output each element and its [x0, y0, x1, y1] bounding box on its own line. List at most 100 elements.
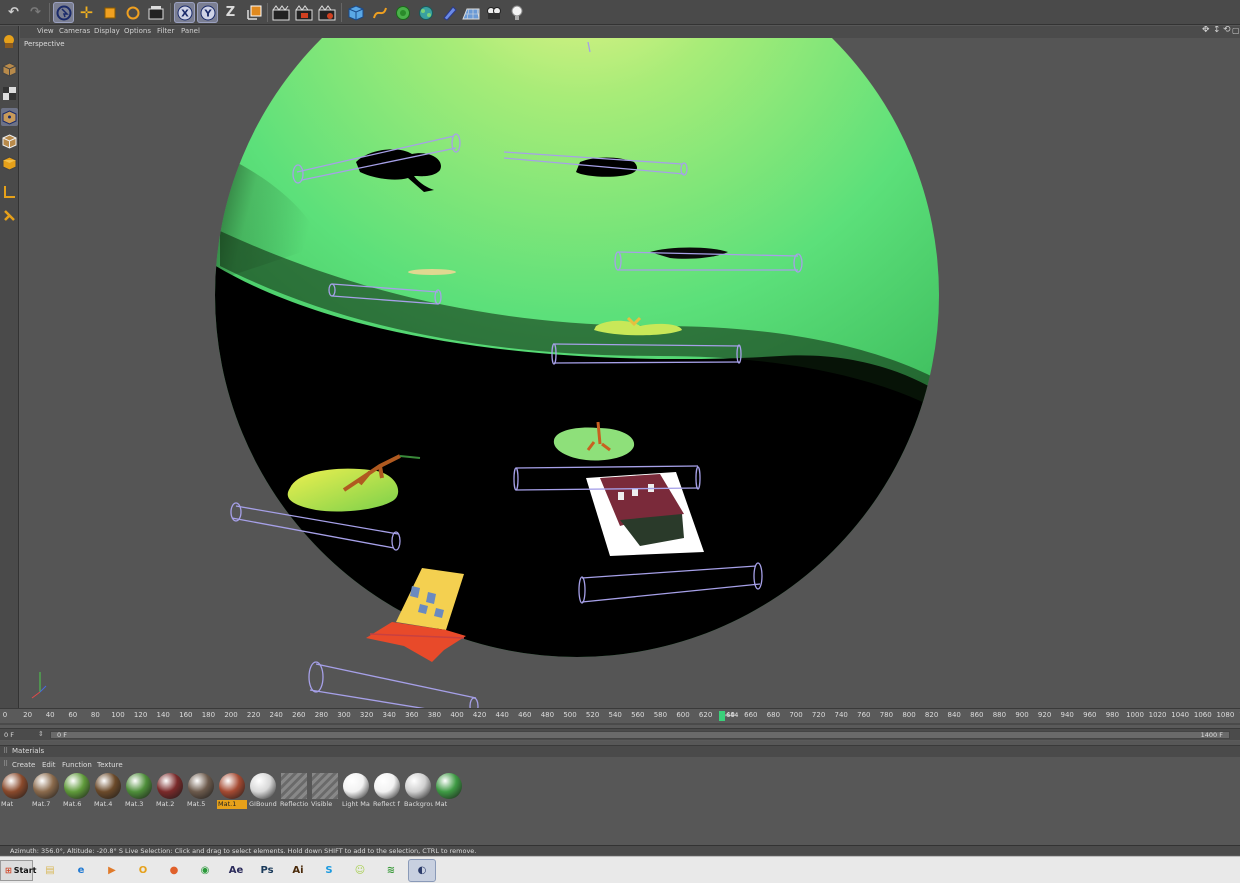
viewport-menu-display[interactable]: Display: [94, 27, 120, 35]
material-preview-ball[interactable]: [281, 773, 307, 799]
material-swatch[interactable]: Mat.4: [93, 773, 123, 811]
media-player-icon[interactable]: ▶: [98, 859, 126, 882]
frame-stepper-icon[interactable]: ⇕: [38, 730, 44, 738]
floor-object-icon[interactable]: [460, 2, 481, 23]
rotate-tool-icon[interactable]: [122, 2, 143, 23]
material-preview-ball[interactable]: [374, 773, 400, 799]
toggle-view-icon[interactable]: ▢: [1232, 26, 1240, 35]
model-mode-icon[interactable]: [1, 60, 18, 78]
internet-explorer-icon[interactable]: e: [67, 859, 95, 882]
viewport-menu-options[interactable]: Options: [124, 27, 151, 35]
viewport-menu-view[interactable]: View: [37, 27, 54, 35]
material-preview-ball[interactable]: [436, 773, 462, 799]
render-view-icon[interactable]: [270, 2, 291, 23]
redo-icon[interactable]: ↷: [25, 2, 46, 23]
material-preview-ball[interactable]: [2, 773, 28, 799]
preview-range-bar[interactable]: 0 F ⇕ 0 F 1400 F: [0, 728, 1240, 740]
viewport-menu-panel[interactable]: Panel: [181, 27, 200, 35]
start-button[interactable]: ⊞ Start: [0, 860, 36, 881]
material-swatch[interactable]: Mat.2: [155, 773, 185, 811]
coordinate-system-icon[interactable]: [243, 2, 264, 23]
camera-object-icon[interactable]: [483, 2, 504, 23]
current-frame-field[interactable]: 0 F: [4, 731, 14, 739]
playhead[interactable]: [719, 711, 725, 721]
texture-mode-icon[interactable]: [1, 84, 18, 102]
material-menu-function[interactable]: Function: [62, 761, 92, 769]
material-preview-ball[interactable]: [250, 773, 276, 799]
viewport-menu-cameras[interactable]: Cameras: [59, 27, 90, 35]
timeline-ruler[interactable]: 0 20 40 60 80 100 120 140 160 180 200 220 240 260 280 3…: [0, 709, 1240, 723]
material-preview-ball[interactable]: [157, 773, 183, 799]
live-selection-tool[interactable]: [53, 2, 74, 23]
firefox-icon[interactable]: ●: [160, 859, 188, 882]
wireframe-cylinder[interactable]: [308, 661, 479, 708]
photoshop-icon[interactable]: Ps: [253, 859, 281, 882]
spline-pen-icon[interactable]: [369, 2, 390, 23]
material-swatch[interactable]: Mat: [434, 773, 464, 811]
chrome-icon[interactable]: ◉: [191, 859, 219, 882]
material-swatch[interactable]: Mat.7: [31, 773, 61, 811]
undo-icon[interactable]: ↶: [3, 2, 24, 23]
deformer-icon[interactable]: [438, 2, 459, 23]
illustrator-icon[interactable]: Ai: [284, 859, 312, 882]
x-axis-lock-button[interactable]: X: [174, 2, 195, 23]
preview-range-slider[interactable]: 0 F 1400 F: [50, 731, 1230, 739]
material-preview-ball[interactable]: [64, 773, 90, 799]
cube-object-icon[interactable]: [345, 2, 366, 23]
material-swatch[interactable]: Mat.3: [124, 773, 154, 811]
outlook-icon[interactable]: O: [129, 859, 157, 882]
material-preview-ball[interactable]: [219, 773, 245, 799]
material-preview-ball[interactable]: [126, 773, 152, 799]
timeline[interactable]: 0 20 40 60 80 100 120 140 160 180 200 220 240 260 280 3…: [0, 708, 1240, 741]
material-swatch[interactable]: Visible: [310, 773, 340, 811]
material-preview-ball[interactable]: [188, 773, 214, 799]
spotify-icon[interactable]: ≋: [377, 859, 405, 882]
perspective-viewport[interactable]: View Cameras Display Options Filter Pane…: [20, 26, 1240, 708]
tweak-mode-icon[interactable]: [1, 206, 18, 224]
explorer-icon[interactable]: ▤: [36, 859, 64, 882]
material-swatch[interactable]: Light Ma: [341, 773, 371, 811]
material-swatch[interactable]: Backgrou: [403, 773, 433, 811]
points-mode-icon[interactable]: [1, 108, 18, 126]
material-swatch[interactable]: Mat.1: [217, 773, 247, 811]
material-preview-ball[interactable]: [343, 773, 369, 799]
material-preview-ball[interactable]: [33, 773, 59, 799]
move-tool-icon[interactable]: ✛: [76, 2, 97, 23]
material-preview-ball[interactable]: [95, 773, 121, 799]
scale-tool-icon[interactable]: [99, 2, 120, 23]
axis-mode-icon[interactable]: [1, 182, 18, 200]
material-swatch[interactable]: Mat: [0, 773, 30, 811]
material-swatch[interactable]: GIBound: [248, 773, 278, 811]
material-menu-create[interactable]: Create: [12, 761, 35, 769]
material-preview-ball[interactable]: [312, 773, 338, 799]
material-swatch[interactable]: Reflectio: [279, 773, 309, 811]
material-swatch[interactable]: Reflect f: [372, 773, 402, 811]
material-menu-texture[interactable]: Texture: [97, 761, 123, 769]
menubar-grip-icon[interactable]: ⠿: [3, 760, 8, 768]
after-effects-icon[interactable]: Ae: [222, 859, 250, 882]
material-swatch[interactable]: Mat.6: [62, 773, 92, 811]
viewport-menu-filter[interactable]: Filter: [157, 27, 174, 35]
cinema4d-icon[interactable]: ◐: [408, 859, 436, 882]
viewport-scene[interactable]: [20, 26, 1240, 708]
material-preview-ball[interactable]: [405, 773, 431, 799]
messenger-icon[interactable]: ☺: [346, 859, 374, 882]
render-to-picture-viewer-icon[interactable]: [293, 2, 314, 23]
make-editable-icon[interactable]: [1, 32, 18, 50]
pan-view-icon[interactable]: ✥: [1202, 26, 1210, 35]
sky-sphere[interactable]: [200, 26, 960, 708]
panel-grip-icon[interactable]: ⠿: [3, 747, 8, 755]
skype-icon[interactable]: S: [315, 859, 343, 882]
array-object-icon[interactable]: [415, 2, 436, 23]
subdivision-surface-icon[interactable]: [392, 2, 413, 23]
y-axis-lock-button[interactable]: Y: [197, 2, 218, 23]
recent-tools-icon[interactable]: [145, 2, 166, 23]
material-menu-edit[interactable]: Edit: [42, 761, 56, 769]
polygons-mode-icon[interactable]: [1, 154, 18, 172]
z-axis-lock-button[interactable]: Z: [220, 2, 241, 23]
small-tree-far-left[interactable]: [408, 269, 456, 275]
rotate-view-icon[interactable]: ⟲: [1223, 26, 1231, 35]
edges-mode-icon[interactable]: [1, 132, 18, 150]
zoom-view-icon[interactable]: ↕: [1213, 26, 1221, 35]
render-settings-icon[interactable]: [316, 2, 337, 23]
